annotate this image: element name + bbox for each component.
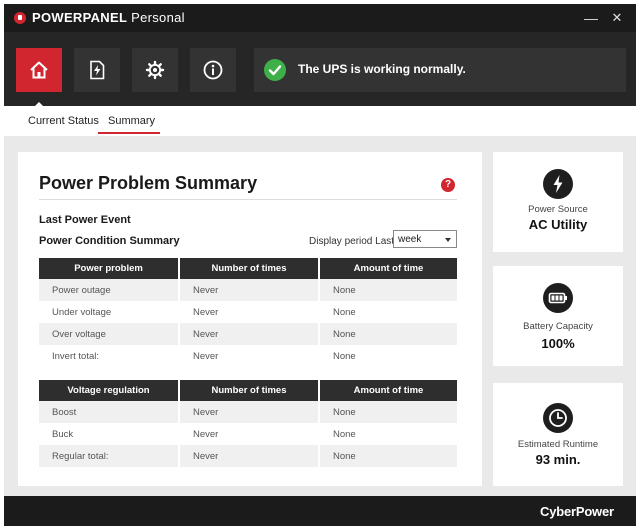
battery-icon [543, 283, 573, 313]
nav-events-button[interactable] [74, 48, 120, 92]
estimated-runtime-card: Estimated Runtime 93 min. [493, 383, 623, 486]
table-row: Boost Never None [39, 401, 457, 423]
status-panel: The UPS is working normally. [254, 48, 626, 92]
estimated-runtime-value: 93 min. [535, 452, 581, 467]
table-cell: Never [179, 445, 320, 467]
table-row: Regular total: Never None [39, 445, 457, 467]
nav-about-button[interactable] [190, 48, 236, 92]
table-cell: Never [179, 345, 320, 367]
table-row: Power outage Never None [39, 279, 457, 301]
table-cell: Over voltage [39, 323, 180, 345]
table-cell: None [319, 279, 457, 301]
tab-summary[interactable]: Summary [108, 115, 155, 127]
tab-active-indicator [98, 132, 160, 134]
table-cell: Regular total: [39, 445, 180, 467]
table-cell: None [319, 301, 457, 323]
table-cell: Invert total: [39, 345, 180, 367]
table-cell: Never [179, 401, 320, 423]
table-cell: Never [179, 301, 320, 323]
column-header: Number of times [179, 380, 320, 401]
table-row: Buck Never None [39, 423, 457, 445]
clock-icon [543, 403, 573, 433]
table-cell: Never [179, 423, 320, 445]
column-header: Power problem [39, 258, 180, 279]
battery-capacity-label: Battery Capacity [523, 321, 593, 332]
app-title-rest: Personal [127, 10, 185, 25]
home-icon [30, 61, 48, 79]
app-window: POWERPANEL Personal — ✕ The UPS is worki… [4, 4, 636, 526]
gear-icon [145, 60, 165, 80]
table-cell: None [319, 401, 457, 423]
brand-logo: CyberPower [540, 504, 614, 519]
bolt-icon [543, 169, 573, 199]
table-row: Invert total: Never None [39, 345, 457, 367]
table-cell: Buck [39, 423, 180, 445]
table-cell: None [319, 445, 457, 467]
table-row: Over voltage Never None [39, 323, 457, 345]
power-source-card: Power Source AC Utility [493, 152, 623, 252]
table-row: Under voltage Never None [39, 301, 457, 323]
check-icon [264, 59, 286, 81]
display-period-select[interactable]: week [393, 230, 457, 248]
column-header: Amount of time [319, 258, 457, 279]
app-title: POWERPANEL Personal [32, 10, 185, 25]
app-logo-icon [14, 12, 26, 24]
voltage-regulation-table: Voltage regulation Number of times Amoun… [39, 380, 457, 467]
table-cell: Under voltage [39, 301, 180, 323]
divider [39, 199, 457, 200]
table-cell: None [319, 323, 457, 345]
tab-current-status[interactable]: Current Status [28, 115, 99, 127]
last-power-event-label: Last Power Event [39, 214, 131, 226]
table-cell: Never [179, 279, 320, 301]
status-message: The UPS is working normally. [298, 62, 466, 76]
battery-capacity-value: 100% [541, 336, 575, 351]
column-header: Amount of time [319, 380, 457, 401]
table-cell: Power outage [39, 279, 180, 301]
summary-card: Power Problem Summary ? Last Power Event… [18, 152, 482, 486]
title-bar: POWERPANEL Personal — ✕ [4, 4, 636, 32]
battery-capacity-card: Battery Capacity 100% [493, 266, 623, 366]
column-header: Voltage regulation [39, 380, 180, 401]
help-icon[interactable]: ? [441, 178, 455, 192]
top-nav: The UPS is working normally. [4, 32, 636, 106]
table-cell: None [319, 423, 457, 445]
power-source-label: Power Source [528, 204, 588, 215]
table-cell: None [319, 345, 457, 367]
sub-tabs: Current Status Summary [4, 106, 636, 136]
info-icon [203, 60, 223, 80]
close-button[interactable]: ✕ [606, 7, 628, 29]
power-problem-table: Power problem Number of times Amount of … [39, 258, 457, 367]
table-cell: Boost [39, 401, 180, 423]
app-title-bold: POWERPANEL [32, 10, 128, 25]
estimated-runtime-label: Estimated Runtime [517, 439, 599, 450]
power-source-value: AC Utility [528, 217, 588, 232]
footer: CyberPower [4, 496, 636, 526]
table-cell: Never [179, 323, 320, 345]
table-header-row: Power problem Number of times Amount of … [39, 258, 457, 279]
table-header-row: Voltage regulation Number of times Amoun… [39, 380, 457, 401]
bolt-file-icon [90, 60, 105, 80]
minimize-button[interactable]: — [580, 7, 602, 29]
chevron-down-icon [445, 238, 451, 242]
display-period-label: Display period Last [309, 236, 395, 247]
page-title: Power Problem Summary [39, 173, 258, 193]
nav-settings-button[interactable] [132, 48, 178, 92]
power-condition-summary-label: Power Condition Summary [39, 235, 180, 247]
nav-home-button[interactable] [16, 48, 62, 92]
display-period-value: week [398, 234, 422, 245]
column-header: Number of times [179, 258, 320, 279]
